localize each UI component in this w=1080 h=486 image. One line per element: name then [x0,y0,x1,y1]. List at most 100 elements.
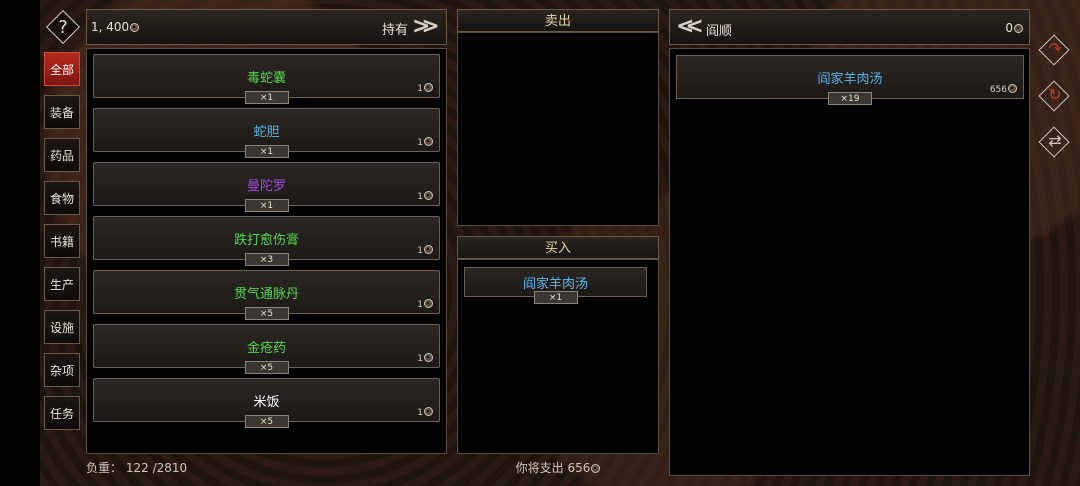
item-name: 跌打愈伤膏 [233,233,299,248]
item-price: 1 [417,353,433,364]
spend-value: 656 [567,461,591,475]
question-icon: ? [58,16,68,38]
price-value: 1 [417,192,423,202]
price-value: 1 [417,138,423,148]
inventory-item[interactable]: 跌打愈伤膏 1 ×3 [93,216,440,266]
coin-icon [424,299,433,308]
tab-all[interactable]: 全部 [44,52,80,86]
coin-icon [424,191,433,200]
tab-facilities[interactable]: 设施 [44,310,80,344]
tab-production[interactable]: 生产 [44,267,80,301]
item-price: 1 [417,83,433,94]
load-value: 122 /2810 [125,461,188,475]
player-money: 1, 400 [91,20,140,34]
tab-quests[interactable]: 任务 [44,396,80,430]
tab-label: 食物 [49,191,74,206]
swap-icon: ⇄ [1048,131,1062,150]
tab-food[interactable]: 食物 [44,181,80,215]
coin-icon [424,353,433,362]
tab-label: 生产 [49,277,74,292]
tab-label: 杂项 [49,363,74,378]
price-value: 1 [417,246,423,256]
item-name: 曼陀罗 [246,179,286,194]
merchant-money: 0 [1005,21,1023,35]
buy-item[interactable]: 阎家羊肉汤 ×1 [464,267,647,304]
coin-icon [591,464,601,473]
item-name: 蛇胆 [253,125,280,140]
inventory-item[interactable]: 米饭 1 ×5 [93,378,440,428]
coin-icon [424,137,433,146]
spend-summary: 你将支出 656 [457,459,659,476]
inventory-item[interactable]: 毒蛇囊 1 ×1 [93,54,440,104]
tab-label: 全部 [49,62,74,77]
item-qty: ×5 [244,307,289,320]
tab-label: 药品 [49,148,74,163]
spend-label: 你将支出 [515,461,564,475]
item-qty: ×1 [533,291,578,304]
tab-misc[interactable]: 杂项 [44,353,80,387]
merchant-item[interactable]: 阎家羊肉汤 656 ×19 [676,55,1024,105]
price-value: 1 [417,408,423,418]
redo-arrow-icon: ↷ [1048,39,1062,58]
item-name: 毒蛇囊 [246,71,286,86]
item-qty: ×5 [244,361,289,374]
item-qty: ×1 [244,91,289,104]
carry-weight: 负重： 122 /2810 [86,459,187,476]
trade-screen: ? 全部 装备 药品 食物 书籍 生产 设施 杂项 任务 1, 400 持有 >… [0,0,1080,486]
sell-header: 卖出 [457,9,659,32]
buy-header: 买入 [457,236,659,259]
merchant-list[interactable]: 阎家羊肉汤 656 ×19 [669,48,1030,476]
item-price: 1 [417,245,433,256]
sell-area[interactable] [457,32,659,226]
buy-area[interactable]: 阎家羊肉汤 ×1 [457,259,659,454]
double-chevron-left-icon[interactable]: << [676,16,704,38]
price-value: 1 [417,354,423,364]
redo-button[interactable]: ↷ [1038,34,1070,66]
help-button[interactable]: ? [46,10,80,44]
coin-icon [424,83,433,92]
coin-icon [424,407,433,416]
item-name: 阎家羊肉汤 [817,72,883,87]
coin-icon [424,245,433,254]
item-qty: ×1 [244,145,289,158]
inventory-item[interactable]: 蛇胆 1 ×1 [93,108,440,158]
price-value: 1 [417,300,423,310]
refresh-icon: ↻ [1048,85,1062,104]
screen-bezel [0,0,40,486]
item-qty: ×3 [244,253,289,266]
swap-button[interactable]: ⇄ [1038,126,1070,158]
tab-label: 装备 [49,105,74,120]
item-name: 阎家羊肉汤 [522,277,588,292]
coin-icon [130,23,140,32]
double-chevron-right-icon[interactable]: >> [412,16,440,38]
item-qty: ×1 [244,199,289,212]
inventory-item[interactable]: 曼陀罗 1 ×1 [93,162,440,212]
item-price: 1 [417,137,433,148]
refresh-button[interactable]: ↻ [1038,80,1070,112]
money-value: 0 [1005,21,1013,35]
inventory-list[interactable]: 毒蛇囊 1 ×1 蛇胆 1 ×1 曼陀罗 1 ×1 跌打愈伤膏 1 ×3 贯气通… [86,48,447,454]
merchant-header: << 阎顺 0 [669,9,1030,45]
money-value: 1, 400 [91,20,130,34]
load-label: 负重： [86,461,123,475]
tab-label: 书籍 [49,234,74,249]
hold-label: 持有 [381,23,408,38]
merchant-name: 阎顺 [706,24,733,39]
inventory-item[interactable]: 金疮药 1 ×5 [93,324,440,374]
price-value: 1 [417,84,423,94]
tab-label: 设施 [49,320,74,335]
item-name: 贯气通脉丹 [233,287,299,302]
item-name: 米饭 [253,395,280,410]
sell-title: 卖出 [544,14,571,29]
tab-books[interactable]: 书籍 [44,224,80,258]
inventory-item[interactable]: 贯气通脉丹 1 ×5 [93,270,440,320]
inventory-header: 1, 400 持有 >> [86,9,447,45]
coin-icon [1014,24,1023,33]
item-price: 1 [417,299,433,310]
tab-equipment[interactable]: 装备 [44,95,80,129]
item-price: 1 [417,407,433,418]
tab-label: 任务 [49,406,74,421]
item-name: 金疮药 [246,341,286,356]
coin-icon [1008,84,1017,93]
tab-medicine[interactable]: 药品 [44,138,80,172]
